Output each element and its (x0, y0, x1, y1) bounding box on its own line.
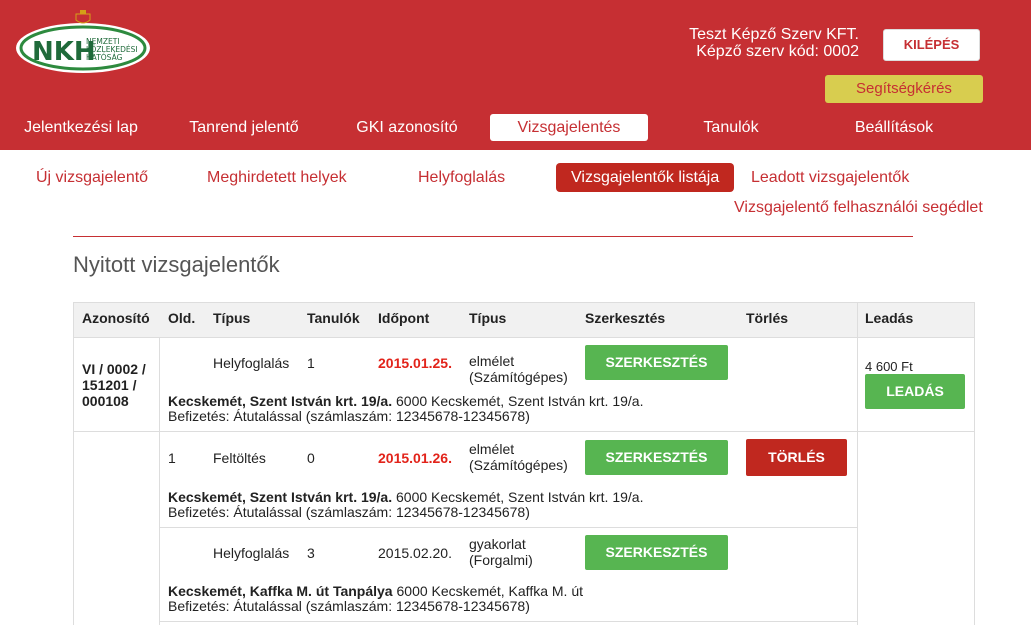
row-location-name: Kecskemét, Szent István krt. 19/a. (168, 393, 393, 409)
row-type: Helyfoglalás (213, 355, 290, 371)
row-location-address: 6000 Kecskemét, Szent István krt. 19/a. (396, 489, 644, 505)
tab-tanulok[interactable]: Tanulók (686, 114, 776, 141)
th-tanulok: Tanulók (307, 310, 360, 326)
help-request-button[interactable]: Segítségkérés (825, 75, 983, 103)
row-students: 1 (307, 355, 315, 371)
row-page: 1 (168, 450, 176, 466)
nkh-logo[interactable]: NKH NEMZETI KÖZLEKEDÉSI HATÓSÁG (14, 10, 152, 74)
logout-button[interactable]: KILÉPÉS (883, 29, 980, 61)
org-name: Teszt Képző Szerv KFT. (689, 26, 859, 43)
grid-line (159, 337, 160, 625)
subtab-uj-vizsgajelento[interactable]: Új vizsgajelentő (36, 169, 148, 187)
grid-line (974, 302, 975, 625)
subtab-felhasznaloi-segedlet[interactable]: Vizsgajelentő felhasználói segédlet (734, 199, 983, 217)
tab-gki-azonosito[interactable]: GKI azonosító (342, 114, 472, 141)
th-vizsga-tipus: Típus (469, 310, 507, 326)
header-bar: NKH NEMZETI KÖZLEKEDÉSI HATÓSÁG Teszt Ké… (0, 0, 1031, 150)
grid-line (73, 302, 74, 625)
th-torles: Törlés (746, 310, 789, 326)
row-payment: Befizetés: Átutalással (számlaszám: 1234… (168, 598, 530, 614)
row-exam-type: gyakorlat (Forgalmi) (469, 536, 533, 568)
th-leadas: Leadás (865, 310, 914, 326)
subtab-helyfoglalas[interactable]: Helyfoglalás (418, 169, 505, 187)
grid-line (159, 527, 857, 528)
grid-line (73, 431, 975, 432)
grid-line (159, 621, 857, 622)
row-type: Helyfoglalás (213, 545, 290, 561)
org-info: Teszt Képző Szerv KFT. Képző szerv kód: … (689, 26, 859, 60)
th-azonosito: Azonosító (82, 310, 150, 326)
subtab-vizsgajelentok-listaja[interactable]: Vizsgajelentők listája (556, 163, 735, 192)
row-location-name: Kecskemét, Kaffka M. út Tanpálya (168, 583, 393, 599)
subtab-leadott-vizsgajelentok[interactable]: Leadott vizsgajelentők (751, 169, 909, 187)
divider (73, 236, 913, 237)
tab-vizsgajelentes[interactable]: Vizsgajelentés (490, 114, 648, 141)
subtab-meghirdetett-helyek[interactable]: Meghirdetett helyek (207, 169, 347, 187)
row-location-address: 6000 Kecskemét, Szent István krt. 19/a. (396, 393, 644, 409)
row-payment: Befizetés: Átutalással (számlaszám: 1234… (168, 408, 530, 424)
row-students: 3 (307, 545, 315, 561)
delete-button[interactable]: TÖRLÉS (746, 439, 847, 476)
row-exam-type: elmélet (Számítógépes) (469, 353, 568, 385)
row-date: 2015.01.25. (378, 355, 452, 371)
grid-line (857, 302, 858, 625)
th-idopont: Időpont (378, 310, 430, 326)
row-date: 2015.02.20. (378, 545, 452, 561)
row-exam-type: elmélet (Számítógépes) (469, 441, 568, 473)
th-tipus: Típus (213, 310, 251, 326)
row-location-name: Kecskemét, Szent István krt. 19/a. (168, 489, 393, 505)
row-students: 0 (307, 450, 315, 466)
table-header (73, 303, 975, 337)
page-title: Nyitott vizsgajelentők (73, 252, 280, 277)
row-payment: Befizetés: Átutalással (számlaszám: 1234… (168, 504, 530, 520)
tab-jelentkezesi-lap[interactable]: Jelentkezési lap (12, 114, 150, 141)
row-date: 2015.01.26. (378, 450, 452, 466)
tab-tanrend-jelento[interactable]: Tanrend jelentő (176, 114, 312, 141)
org-code: Képző szerv kód: 0002 (696, 43, 859, 60)
edit-button[interactable]: SZERKESZTÉS (585, 345, 728, 380)
submit-button[interactable]: LEADÁS (865, 374, 965, 409)
price: 4 600 Ft (865, 359, 913, 374)
edit-button[interactable]: SZERKESZTÉS (585, 440, 728, 475)
edit-button[interactable]: SZERKESZTÉS (585, 535, 728, 570)
th-szerkesztes: Szerkesztés (585, 310, 666, 326)
tab-beallitasok[interactable]: Beállítások (836, 114, 952, 141)
row-type: Feltöltés (213, 450, 266, 466)
row-location-address: 6000 Kecskemét, Kaffka M. út (396, 583, 584, 599)
group-id: VI / 0002 / 151201 / 000108 (82, 361, 146, 409)
th-old: Old. (168, 310, 196, 326)
grid-line (73, 337, 975, 338)
svg-text:HATÓSÁG: HATÓSÁG (86, 53, 123, 62)
